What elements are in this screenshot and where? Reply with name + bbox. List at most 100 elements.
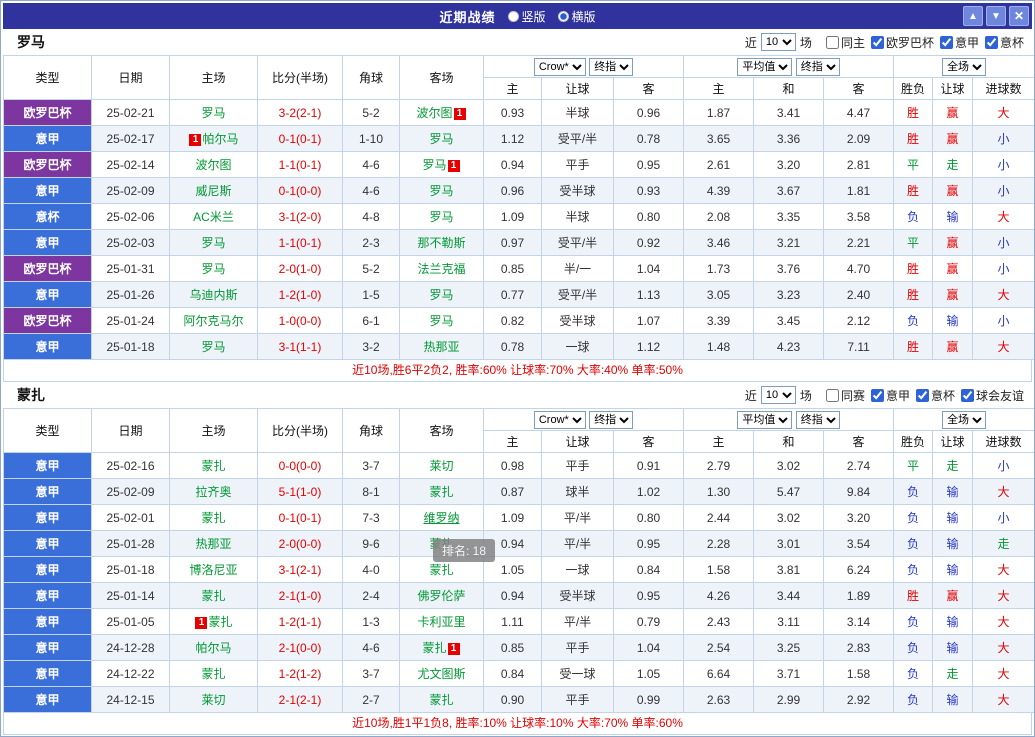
home-team-cell: 乌迪内斯 [169, 281, 258, 308]
layout-radio-horizontal[interactable]: 横版 [557, 8, 596, 25]
goals-result-cell: 大 [972, 608, 1034, 635]
team-link[interactable]: 罗马 [429, 184, 453, 198]
asian-odds-cell: 0.77 [483, 281, 542, 308]
move-down-button[interactable]: ▼ [986, 6, 1006, 26]
team-link[interactable]: 波尔图 [416, 106, 452, 120]
filter-checkbox-input[interactable] [984, 35, 998, 49]
team-link[interactable]: 尤文图斯 [417, 667, 465, 681]
team-link[interactable]: 蒙扎 [201, 589, 225, 603]
team-link[interactable]: 蒙扎 [429, 563, 453, 577]
recent-count-select[interactable]: 10 [760, 386, 796, 404]
team-link[interactable]: 帕尔马 [195, 641, 231, 655]
col-header-asian-away: 客 [612, 430, 685, 453]
result-row: 意甲 25-01-05 1 蒙扎 1-2(1-1) 1-3 卡利亚里 1.11 平/半 0.79 2… [3, 608, 1034, 635]
fullmatch-select[interactable]: 全场 [942, 410, 987, 429]
team-link[interactable]: 蒙扎 [429, 485, 453, 499]
result-cell: 负 [893, 203, 934, 230]
asian-odds-cell: 1.12 [612, 333, 685, 360]
filter-checkbox[interactable]: 同赛 [825, 387, 865, 404]
team-link[interactable]: 热那亚 [195, 537, 231, 551]
date-cell: 25-01-18 [91, 556, 170, 583]
final-odds-select-2[interactable]: 终指 [795, 57, 840, 76]
team-link[interactable]: 罗马 [201, 106, 225, 120]
bookmaker-select[interactable]: Crow* [533, 410, 586, 429]
move-up-button[interactable]: ▲ [963, 6, 983, 26]
euro-odds-cell: 2.40 [823, 281, 895, 308]
team-link[interactable]: 那不勒斯 [417, 236, 465, 250]
filter-checkbox-input[interactable] [939, 35, 953, 49]
filter-checkbox-input[interactable] [870, 388, 884, 402]
team-link[interactable]: 蒙扎 [429, 693, 453, 707]
team-link[interactable]: 蒙扎 [201, 459, 225, 473]
team-link[interactable]: 威尼斯 [195, 184, 231, 198]
filter-checkbox-input[interactable] [825, 35, 839, 49]
team-link[interactable]: 莱切 [429, 459, 453, 473]
col-header-asian-away: 客 [612, 77, 685, 100]
filter-checkbox-input[interactable] [870, 35, 884, 49]
team-link[interactable]: 罗马 [422, 158, 446, 172]
team-link[interactable]: 博洛尼亚 [189, 563, 237, 577]
team-link[interactable]: 罗马 [201, 236, 225, 250]
recent-count-select[interactable]: 10 [760, 33, 796, 51]
team-link[interactable]: 法兰克福 [417, 262, 465, 276]
euro-odds-cell: 3.14 [823, 608, 895, 635]
team-link[interactable]: 罗马 [201, 262, 225, 276]
team-link[interactable]: AC米兰 [193, 210, 234, 224]
team-link[interactable]: 热那亚 [423, 340, 459, 354]
filter-checkbox-input[interactable] [960, 388, 974, 402]
filter-checkbox-input[interactable] [825, 388, 839, 402]
down-arrow-icon: ▼ [991, 10, 1001, 22]
handicap-result-cell: 输 [932, 686, 974, 713]
filter-checkbox[interactable]: 意杯 [984, 34, 1024, 51]
team-link[interactable]: 罗马 [429, 314, 453, 328]
results-body: 意甲 25-02-16 蒙扎 0-0(0-0) 3-7 莱切 0.98 平手 0.91 2.79 3… [3, 452, 1034, 713]
team-link[interactable]: 罗马 [429, 210, 453, 224]
away-team-cell: 维罗纳 [399, 504, 484, 531]
filter-checkbox[interactable]: 欧罗巴杯 [870, 34, 934, 51]
bookmaker-select[interactable]: Crow* [533, 57, 586, 76]
filter-checkbox[interactable]: 意甲 [939, 34, 979, 51]
result-cell: 胜 [893, 177, 934, 204]
goals-result-cell: 大 [972, 634, 1034, 661]
asian-odds-cell: 0.99 [612, 686, 685, 713]
filter-checkbox-input[interactable] [915, 388, 929, 402]
euro-odds-cell: 3.23 [753, 281, 825, 308]
final-odds-select[interactable]: 终指 [589, 410, 634, 429]
handicap-result-cell: 输 [932, 203, 974, 230]
corner-cell: 5-2 [342, 99, 400, 126]
team-link[interactable]: 罗马 [429, 288, 453, 302]
team-link[interactable]: 莱切 [201, 693, 225, 707]
corner-cell: 9-6 [342, 530, 400, 557]
team-link[interactable]: 蒙扎 [201, 511, 225, 525]
team-link[interactable]: 罗马 [429, 132, 453, 146]
handicap-result-cell: 输 [932, 608, 974, 635]
team-link[interactable]: 拉齐奥 [195, 485, 231, 499]
layout-radio-vertical[interactable]: 竖版 [507, 8, 546, 25]
team-link[interactable]: 蒙扎 [422, 641, 446, 655]
filter-checkbox[interactable]: 球会友谊 [960, 387, 1024, 404]
team-link[interactable]: 罗马 [201, 340, 225, 354]
filter-checkbox[interactable]: 意杯 [915, 387, 955, 404]
filter-checkbox[interactable]: 同主 [825, 34, 865, 51]
team-link[interactable]: 蒙扎 [201, 667, 225, 681]
final-odds-select-2[interactable]: 终指 [795, 410, 840, 429]
team-link[interactable]: 帕尔马 [202, 132, 238, 146]
avg-odds-select[interactable]: 平均值 [737, 410, 793, 429]
final-odds-select[interactable]: 终指 [589, 57, 634, 76]
euro-odds-cell: 3.81 [753, 556, 825, 583]
team-link[interactable]: 卡利亚里 [417, 615, 465, 629]
fullmatch-select[interactable]: 全场 [942, 57, 987, 76]
team-link[interactable]: 蒙扎 [208, 615, 232, 629]
euro-odds-cell: 3.65 [683, 125, 755, 152]
team-link[interactable]: 阿尔克马尔 [183, 314, 243, 328]
team-link[interactable]: 乌迪内斯 [189, 288, 237, 302]
team-link[interactable]: 维罗纳 [423, 511, 459, 525]
close-button[interactable]: ✕ [1009, 6, 1029, 26]
avg-odds-select[interactable]: 平均值 [737, 57, 793, 76]
team-link[interactable]: 佛罗伦萨 [417, 589, 465, 603]
filter-checkbox[interactable]: 意甲 [870, 387, 910, 404]
euro-odds-cell: 4.70 [823, 255, 895, 282]
goals-result-cell: 小 [972, 125, 1034, 152]
asian-odds-cell: 1.09 [483, 504, 542, 531]
team-link[interactable]: 波尔图 [195, 158, 231, 172]
